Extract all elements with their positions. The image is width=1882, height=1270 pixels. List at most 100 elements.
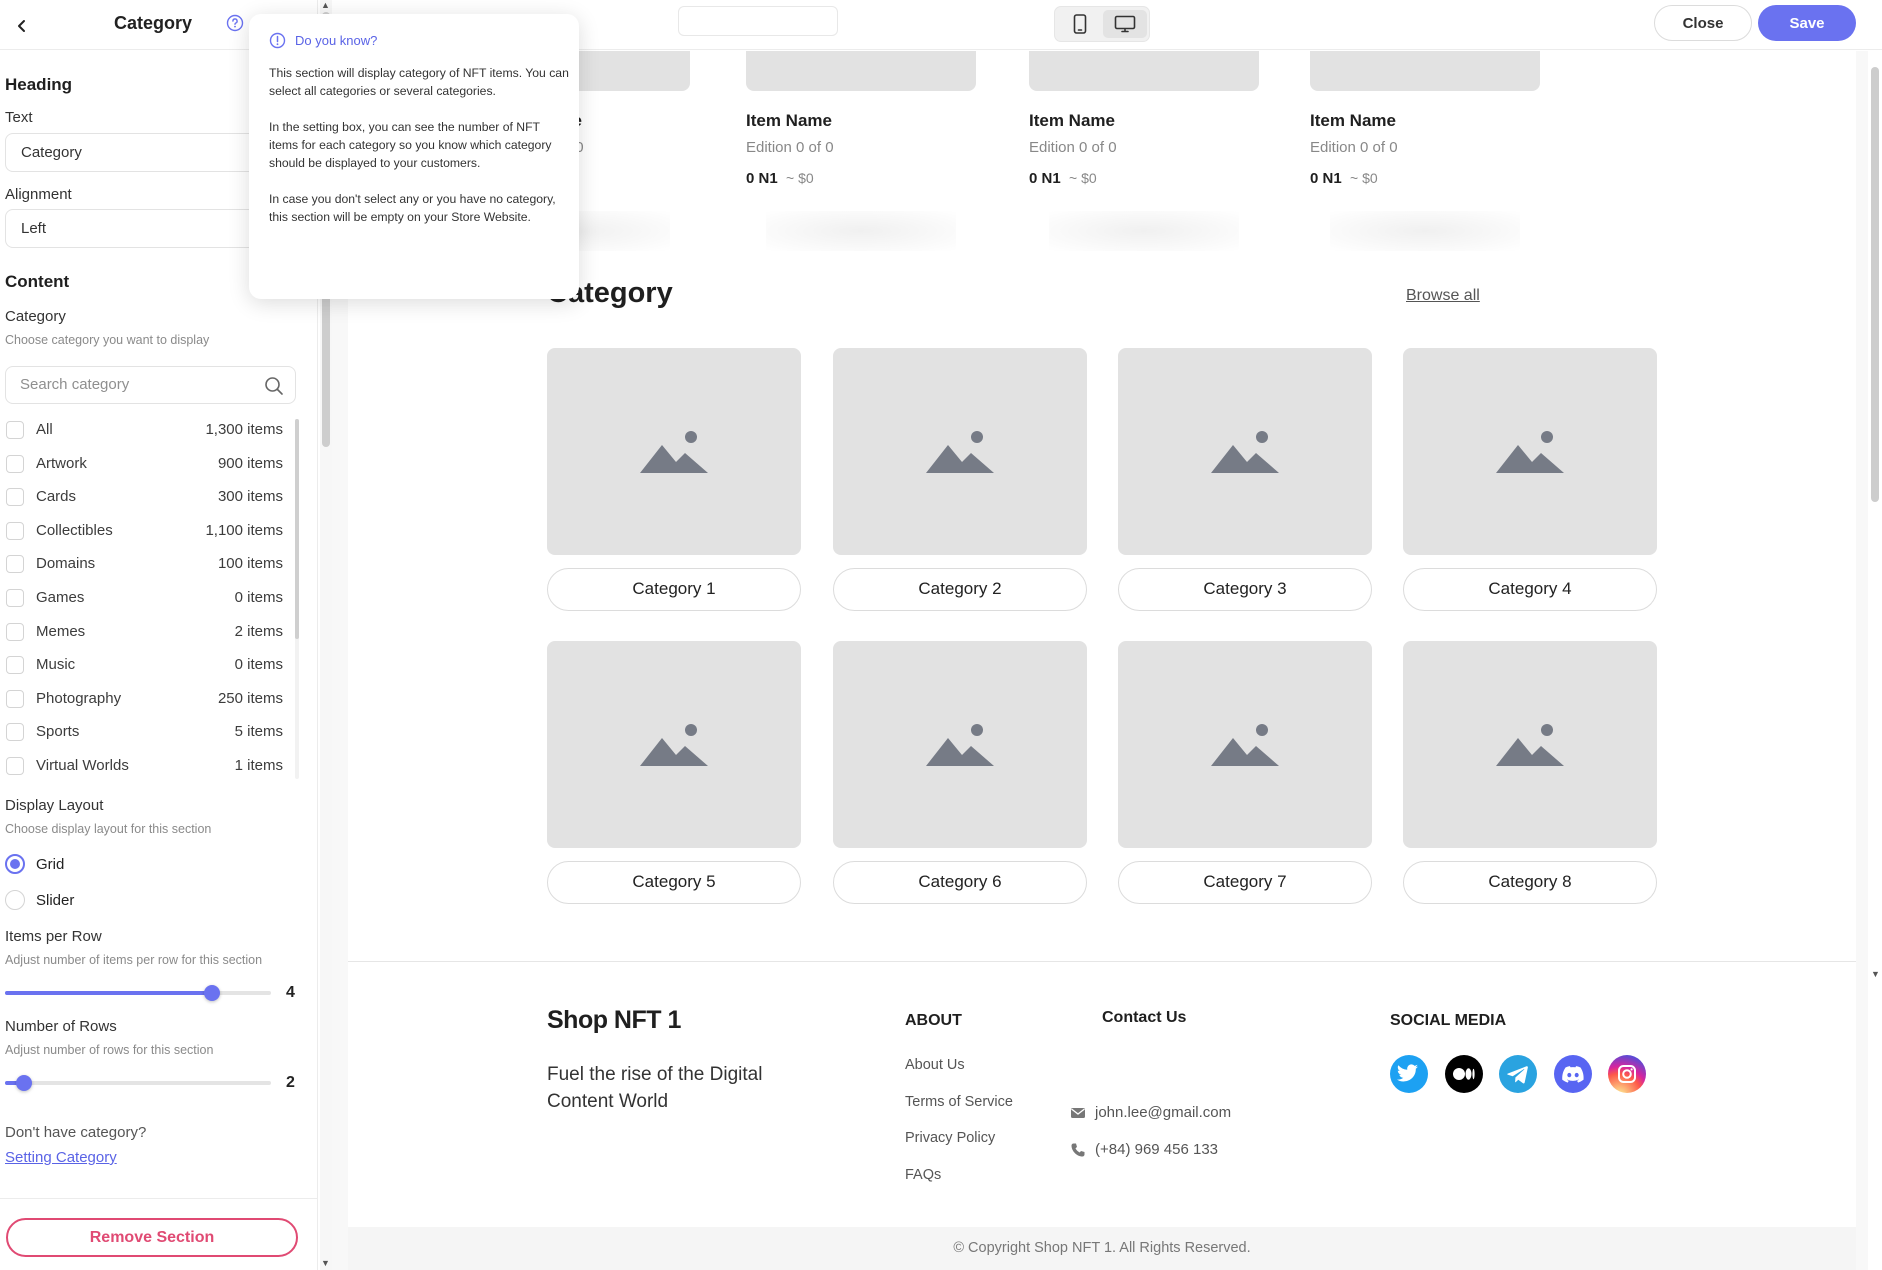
category-option-count: 250 items — [217, 689, 283, 707]
remove-section-button[interactable]: Remove Section — [6, 1218, 298, 1257]
hidden-control — [678, 6, 838, 36]
twitter-button[interactable] — [1390, 1055, 1428, 1093]
instagram-button[interactable] — [1608, 1055, 1646, 1093]
item-price-usd: ~ $0 — [786, 170, 814, 186]
category-card-label[interactable]: Category 5 — [547, 861, 801, 904]
card-shadow — [1330, 211, 1520, 251]
category-checkbox[interactable] — [6, 689, 24, 708]
scroll-up-arrow[interactable]: ▲ — [321, 0, 330, 10]
back-button[interactable] — [10, 14, 34, 38]
item-price-usd: ~ $0 — [1350, 170, 1378, 186]
category-card-label[interactable]: Category 6 — [833, 861, 1087, 904]
item-card[interactable]: Item Name Edition 0 of 0 0 N1 ~ $0 — [1310, 51, 1540, 263]
rows-help-text: Adjust number of rows for this section — [5, 1043, 214, 1057]
footer-email[interactable]: john.lee@gmail.com — [1070, 1104, 1231, 1121]
category-option-virtual-worlds[interactable]: Virtual Worlds 1 items — [5, 754, 283, 778]
category-card-label[interactable]: Category 8 — [1403, 861, 1657, 904]
items-per-row-help-text: Adjust number of items per row for this … — [5, 953, 263, 967]
category-list-scrollbar[interactable] — [295, 419, 299, 779]
item-card[interactable]: Item Name Edition 0 of 0 0 N1 ~ $0 — [1029, 51, 1259, 263]
telegram-icon — [1507, 1066, 1528, 1084]
scroll-down-arrow[interactable]: ▼ — [1871, 969, 1880, 979]
category-image — [1403, 348, 1657, 555]
do-you-know-tooltip: Do you know? This section will display c… — [249, 14, 579, 299]
medium-button[interactable] — [1445, 1055, 1483, 1093]
category-option-cards[interactable]: Cards 300 items — [5, 485, 283, 509]
desktop-icon — [1114, 15, 1136, 33]
footer-about-heading: ABOUT — [905, 1012, 962, 1029]
category-card-label[interactable]: Category 1 — [547, 568, 801, 611]
footer-link-terms[interactable]: Terms of Service — [905, 1094, 1013, 1110]
tooltip-paragraph: In case you don't select any or you have… — [269, 192, 556, 224]
browse-all-link[interactable]: Browse all — [1406, 287, 1480, 305]
category-option-count: 2 items — [234, 622, 283, 640]
category-option-sports[interactable]: Sports 5 items — [5, 720, 283, 744]
items-per-row-slider[interactable] — [5, 984, 271, 1002]
telegram-button[interactable] — [1499, 1055, 1537, 1093]
category-option-collectibles[interactable]: Collectibles 1,100 items — [5, 519, 283, 543]
footer-divider — [348, 961, 1856, 962]
slider-handle[interactable] — [204, 985, 221, 1001]
slider-handle[interactable] — [15, 1075, 32, 1091]
desktop-view-button[interactable] — [1103, 10, 1147, 38]
mobile-view-button[interactable] — [1058, 10, 1102, 38]
category-image — [833, 348, 1087, 555]
category-option-count: 1 items — [234, 757, 283, 774]
category-card-label[interactable]: Category 3 — [1118, 568, 1372, 611]
save-button[interactable]: Save — [1758, 5, 1856, 41]
category-option-name: Cards — [36, 488, 77, 506]
close-button[interactable]: Close — [1654, 5, 1752, 41]
category-checkbox[interactable] — [6, 589, 24, 607]
category-checkbox[interactable] — [6, 488, 24, 507]
category-checkbox[interactable] — [6, 521, 24, 540]
category-checkbox[interactable] — [6, 723, 24, 742]
category-option-domains[interactable]: Domains 100 items — [5, 552, 283, 576]
footer-link-about-us[interactable]: About Us — [905, 1057, 965, 1073]
category-checkbox[interactable] — [6, 622, 24, 641]
category-checkbox[interactable] — [6, 421, 24, 439]
no-category-text: Don't have category? — [5, 1124, 147, 1141]
chevron-left-icon — [18, 20, 25, 32]
category-checkbox[interactable] — [6, 757, 24, 775]
footer-link-privacy[interactable]: Privacy Policy — [905, 1130, 995, 1146]
items-per-row-value: 4 — [286, 984, 295, 1001]
item-card[interactable]: Item Name Edition 0 of 0 0 N1 ~ $0 — [746, 51, 976, 263]
category-checkbox[interactable] — [6, 555, 24, 574]
category-option-photography[interactable]: Photography 250 items — [5, 687, 283, 711]
rows-slider[interactable] — [5, 1074, 271, 1092]
item-price-value: 0 N1 — [1310, 170, 1342, 187]
category-card-label[interactable]: Category 4 — [1403, 568, 1657, 611]
category-option-artwork[interactable]: Artwork 900 items — [5, 452, 283, 476]
scroll-down-arrow[interactable]: ▼ — [321, 1258, 330, 1268]
category-image — [1118, 641, 1372, 848]
divider — [0, 1198, 318, 1199]
mail-icon — [1071, 1107, 1085, 1118]
preview-scrollbar[interactable]: ▼ — [1868, 51, 1882, 981]
layout-radio-slider[interactable] — [5, 890, 25, 910]
help-button[interactable] — [226, 14, 246, 34]
category-option-memes[interactable]: Memes 2 items — [5, 620, 283, 644]
item-price: 0 N1 ~ $0 — [746, 170, 814, 187]
category-checklist: All 1,300 items Artwork 900 items Cards 300 i… — [5, 418, 283, 778]
category-option-music[interactable]: Music 0 items — [5, 653, 283, 677]
scrollbar-thumb[interactable] — [1871, 67, 1879, 502]
image-placeholder-icon — [640, 723, 708, 766]
category-option-name: Artwork — [36, 454, 87, 472]
footer-contact-heading: Contact Us — [1102, 1009, 1187, 1026]
footer-link-faqs[interactable]: FAQs — [905, 1167, 941, 1183]
setting-category-link[interactable]: Setting Category — [5, 1149, 117, 1166]
category-search-input[interactable] — [20, 376, 250, 393]
image-placeholder-icon — [1211, 723, 1279, 766]
question-circle-icon — [226, 14, 244, 32]
tooltip-title: Do you know? — [295, 33, 378, 48]
search-icon[interactable] — [264, 376, 284, 396]
category-option-all[interactable]: All 1,300 items — [5, 418, 283, 442]
footer-phone[interactable]: (+84) 969 456 133 — [1070, 1141, 1218, 1158]
category-card-label[interactable]: Category 2 — [833, 568, 1087, 611]
discord-button[interactable] — [1554, 1055, 1592, 1093]
category-checkbox[interactable] — [6, 454, 24, 473]
category-card-label[interactable]: Category 7 — [1118, 861, 1372, 904]
category-checkbox[interactable] — [6, 656, 24, 675]
layout-radio-grid[interactable] — [5, 854, 25, 874]
category-option-games[interactable]: Games 0 items — [5, 586, 283, 610]
